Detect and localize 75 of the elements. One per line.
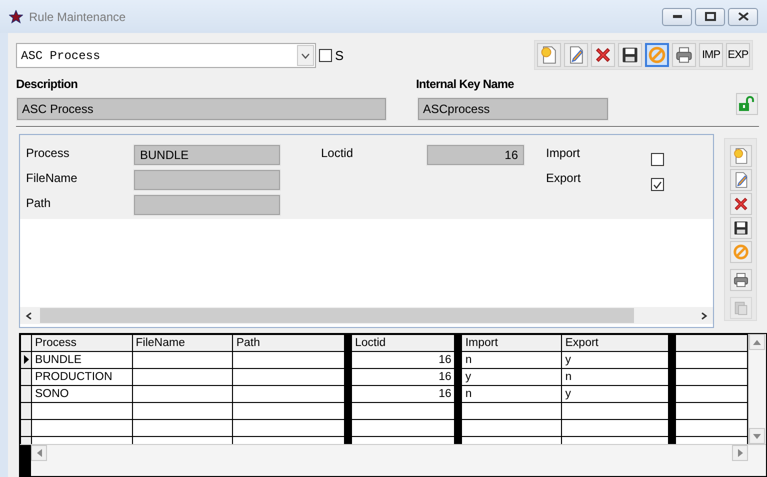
- printer-icon: [674, 45, 694, 65]
- row-header[interactable]: [20, 386, 32, 402]
- table-cell: 16: [438, 370, 452, 382]
- toolbar-button[interactable]: EXP: [726, 43, 750, 67]
- save-icon: [732, 219, 750, 237]
- key-name-field[interactable]: ASCprocess: [417, 97, 609, 121]
- column-header[interactable]: Loctid: [355, 336, 386, 348]
- input-field[interactable]: [133, 169, 281, 191]
- star-icon: [9, 10, 23, 24]
- close-button[interactable]: [728, 8, 758, 26]
- table-cell: PRODUCTION: [34, 370, 112, 382]
- checkbox[interactable]: [651, 153, 664, 166]
- row-header[interactable]: [20, 352, 32, 368]
- table-cell: n: [465, 354, 472, 366]
- field-label: Path: [26, 196, 51, 210]
- table-cell: BUNDLE: [34, 354, 82, 366]
- lock-button[interactable]: [736, 93, 758, 115]
- s-checkbox[interactable]: [319, 49, 332, 62]
- field-label: Internal Key Name: [416, 77, 514, 91]
- table-cell: y: [565, 354, 571, 366]
- side-toolbar-button[interactable]: [730, 269, 752, 291]
- field-label: Export: [546, 171, 581, 185]
- scroll-left-button[interactable]: [31, 445, 47, 461]
- scroll-up-button[interactable]: [749, 334, 766, 350]
- minimize-icon: [672, 15, 682, 18]
- table-cell: 16: [438, 388, 452, 400]
- close-icon: [738, 12, 748, 21]
- table-cell: y: [465, 370, 472, 382]
- field-label: Description: [16, 77, 78, 91]
- cancel-icon: [647, 45, 667, 65]
- table-cell: 16: [438, 354, 452, 366]
- scroll-down-button[interactable]: [749, 428, 766, 444]
- field-label: FileName: [26, 171, 78, 185]
- maximize-icon: [704, 12, 716, 21]
- printer-icon: [732, 271, 750, 289]
- chevron-down-icon: [301, 52, 310, 58]
- side-toolbar-button[interactable]: [730, 217, 752, 239]
- side-toolbar-button[interactable]: [730, 193, 752, 215]
- triangle-down-icon: [753, 434, 762, 438]
- triangle-right-icon: [738, 449, 742, 457]
- toolbar-button[interactable]: [672, 43, 696, 67]
- toolbar-button[interactable]: IMP: [699, 43, 723, 67]
- row-header[interactable]: [20, 368, 32, 386]
- new-document-icon: [539, 45, 559, 65]
- scrollbar-thumb[interactable]: [40, 308, 634, 323]
- triangle-left-icon: [36, 449, 42, 457]
- table-cell: n: [565, 370, 572, 382]
- column-header[interactable]: Path: [236, 336, 260, 348]
- field-label: Process: [26, 146, 70, 160]
- input-field[interactable]: 16: [426, 144, 525, 166]
- delete-icon: [593, 45, 613, 65]
- minimize-button[interactable]: [662, 8, 692, 26]
- checkbox[interactable]: [651, 178, 664, 191]
- field-label: Import: [546, 146, 580, 160]
- window-title: Rule Maintenance: [29, 8, 126, 26]
- description-field[interactable]: ASC Process: [16, 97, 387, 121]
- current-row-icon: [22, 354, 29, 364]
- maximize-button[interactable]: [695, 8, 725, 26]
- triangle-up-icon: [753, 340, 762, 344]
- scroll-right-button[interactable]: [732, 445, 748, 461]
- toolbar-button[interactable]: [591, 43, 615, 67]
- table-cell: SONO: [34, 388, 69, 400]
- checkbox-label: S: [335, 47, 344, 65]
- save-icon: [620, 45, 640, 65]
- input-field[interactable]: BUNDLE: [133, 144, 281, 166]
- dropdown-button[interactable]: [297, 45, 314, 66]
- cancel-icon: [732, 243, 750, 261]
- process-dropdown[interactable]: ASC Process: [16, 43, 316, 68]
- new-document-icon: [732, 147, 750, 165]
- input-field[interactable]: [133, 194, 281, 216]
- field-label: Loctid: [321, 146, 354, 160]
- padlock-icon: [738, 96, 756, 112]
- table-cell: y: [565, 388, 571, 400]
- table-cell: n: [465, 388, 472, 400]
- toolbar-button[interactable]: [618, 43, 642, 67]
